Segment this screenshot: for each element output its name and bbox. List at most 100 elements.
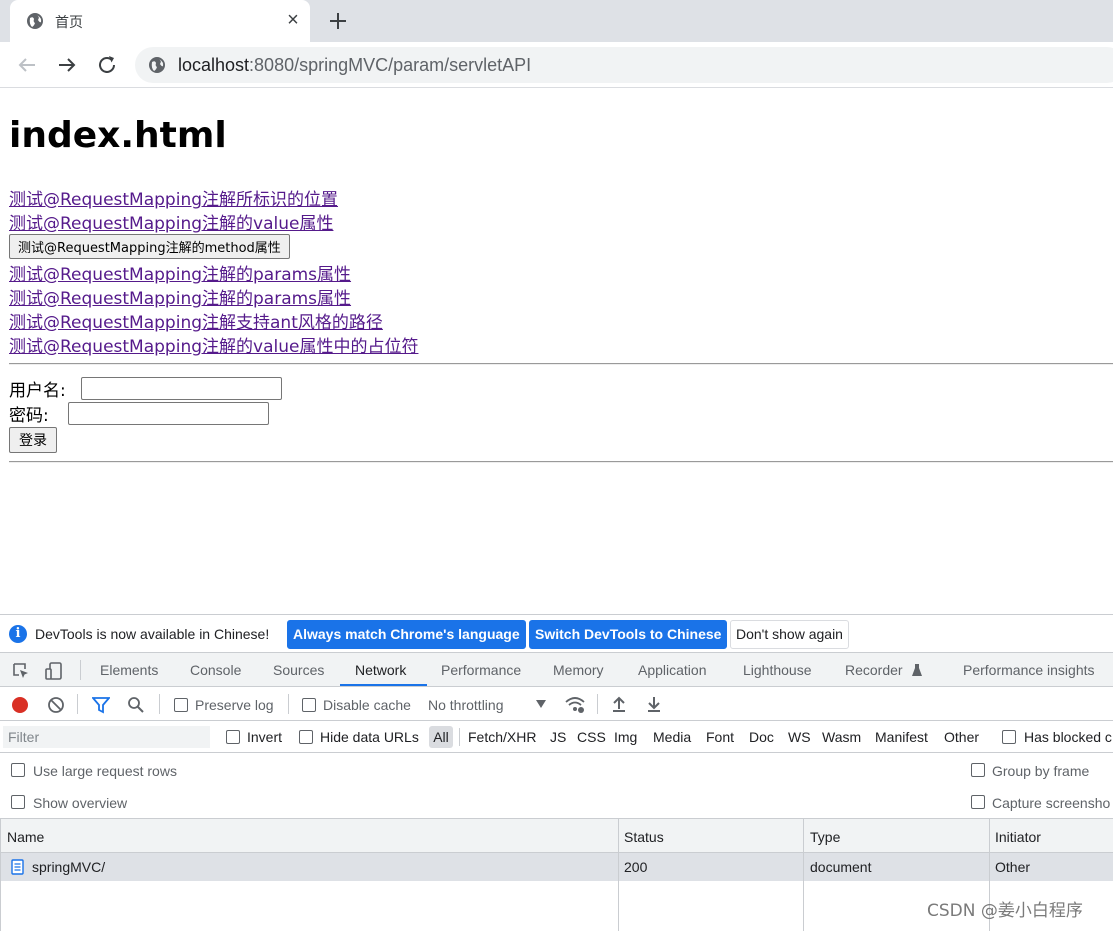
devtools-panel: i DevTools is now available in Chinese! … [0,614,1113,931]
filter-type-fetch-xhr[interactable]: Fetch/XHR [468,729,536,745]
tab-lighthouse[interactable]: Lighthouse [743,662,812,678]
url-text: localhost:8080/springMVC/param/servletAP… [178,55,531,76]
device-toolbar-icon[interactable] [44,661,64,681]
url-path: :8080/springMVC/param/servletAPI [249,55,532,75]
new-tab-icon[interactable] [326,9,350,33]
throttling-select[interactable]: No throttling [428,697,503,713]
chevron-down-icon[interactable] [536,700,546,708]
large-rows-label: Use large request rows [33,763,177,779]
hide-data-urls-checkbox[interactable] [299,730,313,744]
show-overview-checkbox[interactable] [11,795,25,809]
tab-recorder[interactable]: Recorder [845,662,903,678]
document-icon [11,859,24,875]
password-label: 密码: [9,406,49,426]
tab-close-icon[interactable]: × [282,8,304,32]
filter-icon[interactable] [92,696,110,714]
clear-icon[interactable] [47,696,65,714]
filter-input[interactable]: Filter [3,726,210,748]
info-icon: i [9,625,27,643]
filter-type-ws[interactable]: WS [788,729,811,745]
tab-memory[interactable]: Memory [553,662,604,678]
capture-screenshots-label: Capture screensho [992,795,1111,811]
tab-network[interactable]: Network [355,662,406,678]
back-arrow-icon[interactable] [15,53,39,77]
filter-type-doc[interactable]: Doc [749,729,774,745]
active-tab-indicator [340,684,427,686]
forward-arrow-icon[interactable] [55,53,79,77]
column-initiator-header[interactable]: Initiator [995,829,1041,845]
group-by-frame-label: Group by frame [992,763,1090,779]
devtools-infobar: i DevTools is now available in Chinese! … [0,615,1113,653]
address-bar[interactable]: localhost:8080/springMVC/param/servletAP… [135,47,1113,83]
filter-type-font[interactable]: Font [706,729,734,745]
watermark: CSDN @姜小白程序 [927,901,1083,921]
devtools-tab-bar: Elements Console Sources Network Perform… [0,653,1113,687]
network-settings: Use large request rows Show overview Gro… [0,753,1113,819]
column-name-header[interactable]: Name [7,829,44,845]
filter-type-media[interactable]: Media [653,729,691,745]
globe-icon [27,13,43,29]
username-input[interactable] [81,377,282,400]
hide-data-urls-label: Hide data URLs [320,729,419,745]
invert-label: Invert [247,729,283,745]
column-type-header[interactable]: Type [810,829,840,845]
filter-type-other[interactable]: Other [944,729,979,745]
tab-performance[interactable]: Performance [441,662,521,678]
filter-type-wasm[interactable]: Wasm [822,729,861,745]
separator [77,694,78,714]
group-by-frame-checkbox[interactable] [971,763,985,777]
link-request-mapping-placeholder[interactable]: 测试@RequestMapping注解的value属性中的占位符 [9,332,418,357]
request-table-header: Name Status Type Initiator [0,819,1113,853]
disable-cache-checkbox[interactable] [302,698,316,712]
flask-icon [912,664,922,676]
separator [597,694,598,714]
browser-tab[interactable]: 首页 × [10,0,310,42]
link-request-mapping-value[interactable]: 测试@RequestMapping注解的value属性 [9,209,333,234]
preserve-log-label: Preserve log [195,697,274,713]
large-rows-checkbox[interactable] [11,763,25,777]
tab-sources[interactable]: Sources [273,662,324,678]
method-test-button[interactable]: 测试@RequestMapping注解的method属性 [9,234,290,259]
filter-type-js[interactable]: JS [550,729,566,745]
tab-console[interactable]: Console [190,662,241,678]
invert-checkbox[interactable] [226,730,240,744]
inspect-element-icon[interactable] [12,662,30,680]
link-request-mapping-params-2[interactable]: 测试@RequestMapping注解的params属性 [9,284,351,309]
browser-toolbar: localhost:8080/springMVC/param/servletAP… [0,42,1113,88]
switch-to-chinese-button[interactable]: Switch DevTools to Chinese [529,620,728,649]
show-overview-label: Show overview [33,795,128,811]
export-har-icon[interactable] [646,695,662,713]
capture-screenshots-checkbox[interactable] [971,795,985,809]
tab-elements[interactable]: Elements [100,662,158,678]
column-divider[interactable] [618,819,619,931]
page-title: index.html [9,115,227,156]
column-divider[interactable] [803,819,804,931]
record-icon[interactable] [11,696,29,714]
column-status-header[interactable]: Status [624,829,664,845]
request-type: document [810,859,872,875]
login-button[interactable]: 登录 [9,427,57,453]
has-blocked-cookies-checkbox[interactable] [1002,730,1016,744]
preserve-log-checkbox[interactable] [174,698,188,712]
tab-application[interactable]: Application [638,662,707,678]
table-row[interactable]: springMVC/ 200 document Other [0,853,1113,881]
filter-type-css[interactable]: CSS [577,729,606,745]
always-match-language-button[interactable]: Always match Chrome's language [287,620,526,649]
request-name: springMVC/ [32,859,106,875]
filter-type-img[interactable]: Img [614,729,637,745]
import-har-icon[interactable] [611,695,627,713]
filter-type-manifest[interactable]: Manifest [875,729,928,745]
link-request-mapping-params[interactable]: 测试@RequestMapping注解的params属性 [9,260,351,285]
filter-type-all[interactable]: All [429,726,453,748]
password-input[interactable] [68,402,269,425]
link-request-mapping-ant[interactable]: 测试@RequestMapping注解支持ant风格的路径 [9,308,383,333]
network-conditions-icon[interactable] [564,695,586,715]
url-host: localhost [178,55,250,75]
divider [9,461,1113,463]
dont-show-again-button[interactable]: Don't show again [730,620,849,649]
link-request-mapping-location[interactable]: 测试@RequestMapping注解所标识的位置 [9,185,338,210]
tab-performance-insights[interactable]: Performance insights [963,662,1095,678]
has-blocked-cookies-label: Has blocked c [1024,729,1112,745]
reload-icon[interactable] [95,53,119,77]
search-icon[interactable] [127,696,145,714]
